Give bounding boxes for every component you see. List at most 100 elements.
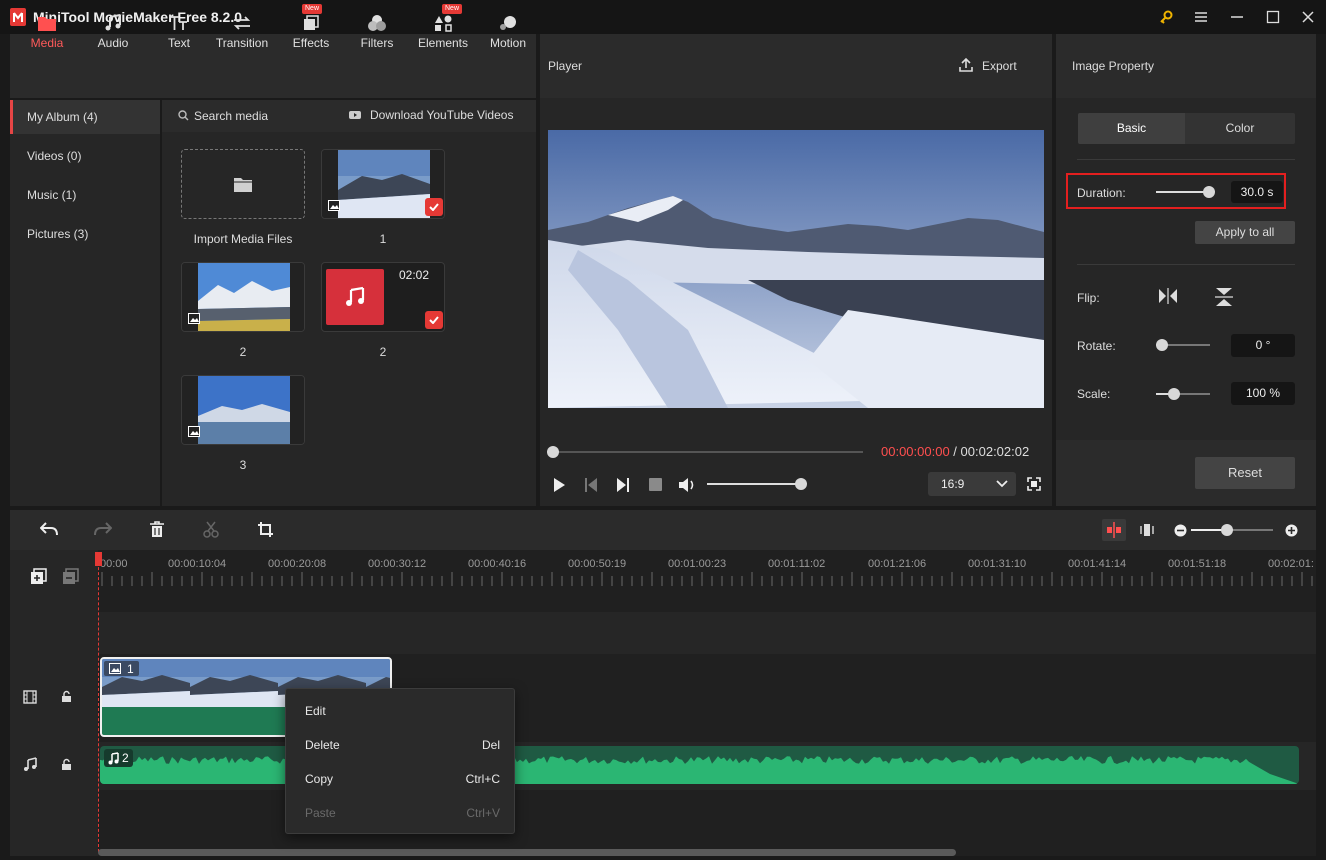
- ruler-label: 00:01:21:06: [868, 558, 927, 570]
- key-icon[interactable]: [1152, 5, 1180, 29]
- nav-music[interactable]: Music (1): [10, 178, 160, 212]
- context-copy[interactable]: Copy Ctrl+C: [286, 762, 514, 796]
- time-separator: /: [949, 444, 961, 459]
- menu-icon[interactable]: [1187, 5, 1215, 29]
- add-track-icon[interactable]: [30, 568, 47, 585]
- crop-icon[interactable]: [257, 521, 274, 538]
- export-button[interactable]: Export: [982, 59, 1017, 73]
- media-label-1: 1: [379, 232, 387, 246]
- audio-clip[interactable]: 2: [100, 746, 1299, 784]
- flip-vertical-icon[interactable]: [1214, 287, 1234, 307]
- ruler-label: 00:00:10:04: [168, 558, 227, 570]
- scale-slider-handle[interactable]: [1168, 388, 1180, 400]
- scale-input[interactable]: 100 %: [1231, 382, 1295, 405]
- aspect-ratio-select[interactable]: 16:9: [928, 472, 1016, 496]
- snap-icon[interactable]: [1102, 519, 1126, 541]
- clip-context-menu: Edit Delete Del Copy Ctrl+C Paste Ctrl+V: [285, 688, 515, 834]
- download-youtube-button[interactable]: Download YouTube Videos: [370, 108, 513, 122]
- delete-icon[interactable]: [149, 521, 165, 538]
- playback-progress-handle[interactable]: [547, 446, 559, 458]
- tab-effects[interactable]: Effects New: [282, 0, 340, 64]
- play-icon[interactable]: [552, 477, 566, 493]
- apply-to-all-button[interactable]: Apply to all: [1195, 221, 1295, 244]
- tab-motion[interactable]: Motion: [480, 0, 536, 64]
- audio-clip-tag: 2: [104, 749, 133, 767]
- video-track-icon: [23, 690, 37, 704]
- tab-elements[interactable]: Elements New: [412, 0, 474, 64]
- context-edit[interactable]: Edit: [286, 694, 514, 728]
- video-preview: [548, 130, 1044, 408]
- nav-my-album[interactable]: My Album (4): [10, 100, 160, 134]
- minimize-button[interactable]: [1223, 5, 1251, 29]
- elements-icon: [433, 12, 453, 34]
- undo-icon[interactable]: [40, 521, 58, 537]
- aspect-ratio-value: 16:9: [941, 477, 965, 491]
- volume-icon[interactable]: [678, 476, 698, 494]
- search-media-button[interactable]: Search media: [194, 109, 268, 123]
- reset-button[interactable]: Reset: [1195, 457, 1295, 489]
- effects-icon: [302, 12, 320, 34]
- duration-slider-handle[interactable]: [1203, 186, 1215, 198]
- maximize-button[interactable]: [1259, 5, 1287, 29]
- context-delete[interactable]: Delete Del: [286, 728, 514, 762]
- duration-input[interactable]: 30.0 s: [1231, 181, 1283, 203]
- context-copy-label: Copy: [305, 772, 334, 786]
- ruler-label: 00:00: [100, 558, 128, 570]
- fullscreen-icon[interactable]: [1027, 477, 1041, 491]
- ruler-label: 00:00:40:16: [468, 558, 527, 570]
- playback-progress-track[interactable]: [553, 451, 863, 453]
- tab-filters[interactable]: Filters: [348, 0, 406, 64]
- close-button[interactable]: [1294, 5, 1322, 29]
- redo-icon[interactable]: [94, 521, 112, 537]
- new-badge: New: [442, 4, 463, 14]
- tab-media[interactable]: Media: [16, 0, 78, 64]
- previous-frame-icon[interactable]: [584, 477, 598, 493]
- flip-horizontal-icon[interactable]: [1158, 287, 1178, 305]
- media-folder-icon: [37, 12, 57, 34]
- tab-transition[interactable]: Transition: [204, 0, 280, 64]
- image-type-icon: [188, 426, 200, 437]
- next-frame-icon[interactable]: [616, 477, 630, 493]
- volume-slider-track[interactable]: [707, 483, 802, 485]
- remove-track-icon[interactable]: [62, 568, 79, 585]
- rotate-input[interactable]: 0 °: [1231, 334, 1295, 357]
- playhead-line[interactable]: [98, 552, 99, 852]
- scale-label: Scale:: [1077, 387, 1111, 401]
- video-clip-tag: 1: [104, 661, 139, 676]
- volume-slider-handle[interactable]: [795, 478, 807, 490]
- timeline-scrollbar[interactable]: [98, 849, 956, 856]
- import-media-button[interactable]: [181, 149, 305, 219]
- stop-icon[interactable]: [649, 478, 663, 492]
- media-thumb-1[interactable]: [321, 149, 445, 219]
- ruler-label: 00:00:50:19: [568, 558, 627, 570]
- tab-basic[interactable]: Basic: [1078, 113, 1185, 144]
- ruler-label: 00:00:20:08: [268, 558, 327, 570]
- lock-icon[interactable]: [61, 690, 72, 703]
- media-thumb-2[interactable]: [181, 262, 305, 332]
- nav-videos[interactable]: Videos (0): [10, 139, 160, 173]
- music-note-icon: [104, 12, 122, 34]
- tab-audio[interactable]: Audio: [84, 0, 142, 64]
- lock-icon[interactable]: [61, 758, 72, 771]
- zoom-in-icon[interactable]: [1285, 524, 1298, 537]
- search-icon: [178, 110, 189, 121]
- context-copy-shortcut: Ctrl+C: [465, 772, 500, 786]
- divider: [1077, 264, 1295, 265]
- fit-timeline-icon[interactable]: [1140, 522, 1154, 538]
- context-paste-label: Paste: [305, 806, 336, 820]
- media-thumb-audio[interactable]: 02:02: [321, 262, 445, 332]
- nav-pictures[interactable]: Pictures (3): [10, 217, 160, 251]
- zoom-slider-handle[interactable]: [1221, 524, 1233, 536]
- zoom-out-icon[interactable]: [1174, 524, 1187, 537]
- ruler-label: 00:01:41:14: [1068, 558, 1127, 570]
- rotate-label: Rotate:: [1077, 339, 1116, 353]
- chevron-down-icon: [996, 480, 1008, 488]
- tab-color[interactable]: Color: [1185, 113, 1295, 144]
- tab-text[interactable]: Text: [150, 0, 208, 64]
- media-thumb-3[interactable]: [181, 375, 305, 445]
- split-scissors-icon[interactable]: [203, 521, 219, 538]
- playhead-handle[interactable]: [95, 552, 102, 566]
- divider: [1077, 159, 1295, 160]
- folder-icon: [234, 177, 252, 192]
- rotate-slider-handle[interactable]: [1156, 339, 1168, 351]
